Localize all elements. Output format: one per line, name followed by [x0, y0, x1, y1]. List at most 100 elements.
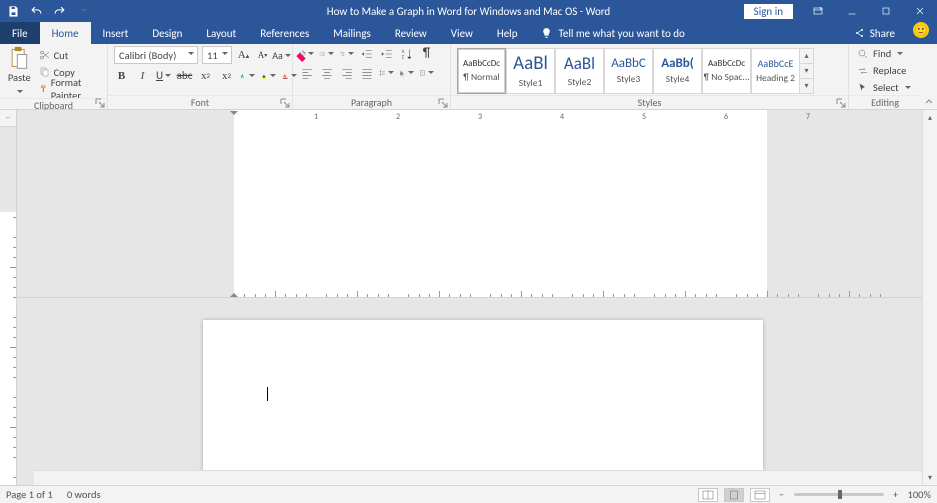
zoom-in-button[interactable]: + [890, 489, 902, 501]
bullets-icon[interactable] [299, 46, 314, 61]
view-print-layout-icon[interactable] [724, 488, 744, 502]
status-words[interactable]: 0 words [67, 488, 101, 501]
tab-insert[interactable]: Insert [91, 22, 141, 44]
highlight-icon[interactable] [261, 68, 276, 83]
minimize-icon[interactable] [835, 0, 869, 22]
italic-button[interactable]: I [135, 68, 150, 83]
numbering-icon[interactable]: 123 [319, 46, 334, 61]
superscript-icon[interactable]: x2 [219, 68, 234, 83]
cut-button[interactable]: Cut [37, 48, 101, 63]
zoom-level[interactable]: 100% [908, 488, 931, 501]
replace-button[interactable]: Replace [855, 63, 908, 78]
scroll-down-icon[interactable]: ▾ [923, 470, 937, 485]
maximize-icon[interactable] [869, 0, 903, 22]
zoom-slider[interactable] [794, 493, 884, 496]
tab-mailings[interactable]: Mailings [321, 22, 383, 44]
feedback-smiley-icon[interactable]: 🙂 [913, 22, 929, 38]
group-clipboard: Paste Cut Copy Format Painter Clipboard [0, 44, 108, 109]
font-dialog-launcher-icon[interactable] [280, 98, 290, 108]
borders-icon[interactable] [419, 65, 434, 80]
style-heading2[interactable]: AaBbCcEHeading 2 [751, 48, 800, 94]
undo-icon[interactable] [29, 4, 44, 19]
vertical-ruler[interactable] [0, 127, 17, 485]
tell-me-label: Tell me what you want to do [559, 27, 685, 40]
status-bar: Page 1 of 1 0 words − + 100% [0, 485, 937, 503]
vertical-scrollbar[interactable]: ▴ ▾ [922, 110, 937, 485]
svg-text:Z: Z [401, 55, 404, 60]
select-button[interactable]: Select [855, 80, 913, 95]
style-style2[interactable]: AaBlStyle2 [555, 48, 604, 94]
justify-icon[interactable] [359, 65, 374, 80]
text-effects-icon[interactable]: A [240, 68, 255, 83]
align-right-icon[interactable] [339, 65, 354, 80]
redo-icon[interactable] [52, 4, 67, 19]
tab-home[interactable]: Home [40, 22, 91, 44]
multilevel-list-icon[interactable] [339, 46, 354, 61]
align-left-icon[interactable] [299, 65, 314, 80]
status-page[interactable]: Page 1 of 1 [6, 488, 53, 501]
tab-help[interactable]: Help [485, 22, 530, 44]
font-size-combo[interactable]: 11 [202, 46, 232, 64]
zoom-slider-thumb[interactable] [838, 490, 842, 499]
save-icon[interactable] [6, 4, 21, 19]
tab-review[interactable]: Review [383, 22, 439, 44]
style-style1[interactable]: AaBlStyle1 [506, 48, 555, 94]
styles-gallery: AaBbCcDc¶ Normal AaBlStyle1 AaBlStyle2 A… [457, 48, 814, 94]
page-canvas[interactable] [17, 298, 937, 485]
group-label-paragraph: Paragraph [293, 95, 450, 109]
shading-icon[interactable] [399, 65, 414, 80]
sign-in-button[interactable]: Sign in [744, 4, 793, 19]
format-painter-button[interactable]: Format Painter [37, 82, 101, 97]
tab-references[interactable]: References [248, 22, 321, 44]
view-web-layout-icon[interactable] [750, 488, 770, 502]
paste-dropdown-icon[interactable] [15, 85, 23, 98]
zoom-out-button[interactable]: − [776, 489, 788, 501]
ruler-corner[interactable]: ⌐ [0, 110, 17, 127]
style-no-spacing[interactable]: AaBbCcDc¶ No Spac... [702, 48, 751, 94]
close-icon[interactable] [903, 0, 937, 22]
shrink-font-icon[interactable]: A▾ [255, 48, 270, 63]
decrease-indent-icon[interactable] [359, 46, 374, 61]
grow-font-icon[interactable]: A▴ [236, 48, 251, 63]
bold-button[interactable]: B [114, 68, 129, 83]
tab-view[interactable]: View [439, 22, 485, 44]
svg-text:A: A [401, 49, 404, 54]
horizontal-scrollbar[interactable] [34, 470, 922, 485]
subscript-icon[interactable]: x2 [198, 68, 213, 83]
collapse-ribbon-icon[interactable] [921, 44, 937, 109]
paragraph-dialog-launcher-icon[interactable] [438, 98, 448, 108]
style-style4[interactable]: AaBb(Style4 [653, 48, 702, 94]
share-icon [854, 27, 866, 39]
share-button[interactable]: Share [844, 22, 905, 44]
ribbon-display-options-icon[interactable] [801, 0, 835, 22]
qat-customize-icon[interactable] [75, 4, 90, 19]
styles-gallery-more[interactable]: ▴▾▾ [800, 48, 814, 94]
strikethrough-icon[interactable]: abc [177, 68, 192, 83]
tell-me-search[interactable]: Tell me what you want to do [530, 22, 695, 44]
sort-icon[interactable]: AZ [399, 46, 414, 61]
underline-button[interactable]: U [156, 68, 171, 83]
styles-dialog-launcher-icon[interactable] [836, 98, 846, 108]
find-button[interactable]: Find [855, 46, 905, 61]
change-case-icon[interactable]: Aa [274, 48, 289, 63]
style-normal[interactable]: AaBbCcDc¶ Normal [457, 48, 506, 94]
view-read-mode-icon[interactable] [698, 488, 718, 502]
group-styles: AaBbCcDc¶ Normal AaBlStyle1 AaBlStyle2 A… [451, 44, 849, 109]
horizontal-ruler[interactable]: 1234567 [17, 110, 937, 298]
tab-file[interactable]: File [0, 22, 40, 44]
title-bar: How to Make a Graph in Word for Windows … [0, 0, 937, 22]
increase-indent-icon[interactable] [379, 46, 394, 61]
scroll-up-icon[interactable]: ▴ [923, 110, 937, 125]
show-marks-icon[interactable]: ¶ [419, 46, 434, 61]
tab-layout[interactable]: Layout [194, 22, 248, 44]
paste-button[interactable]: Paste [6, 46, 33, 98]
document-page[interactable] [203, 320, 763, 485]
style-style3[interactable]: AaBbCStyle3 [604, 48, 653, 94]
group-paragraph: 123 AZ ¶ Paragraph [293, 44, 451, 109]
line-spacing-icon[interactable] [379, 65, 394, 80]
clipboard-dialog-launcher-icon[interactable] [95, 98, 105, 108]
ribbon-tabs: File Home Insert Design Layout Reference… [0, 22, 937, 44]
font-name-combo[interactable]: Calibri (Body) [114, 46, 198, 64]
align-center-icon[interactable] [319, 65, 334, 80]
tab-design[interactable]: Design [140, 22, 194, 44]
